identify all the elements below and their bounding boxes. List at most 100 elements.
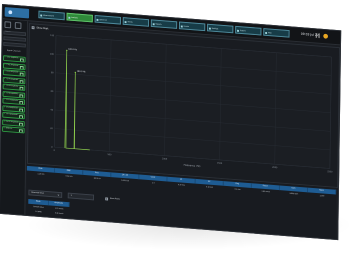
sidebar-group-select[interactable] (3, 41, 26, 48)
summary-cell: 0.48 mm/s (54, 212, 64, 215)
tab-icon (152, 23, 155, 26)
sidebar-item-label: Ch-2 Amplitude (6, 64, 19, 67)
sidebar-item-number: 1 (4, 57, 6, 59)
status-indicator-icon[interactable] (323, 33, 329, 39)
show-peaks-label: Show Peaks (109, 197, 120, 201)
sidebar-search-input[interactable]: Search (3, 30, 26, 37)
sidebar-item-label: Ch-4 Amplitude (6, 78, 19, 81)
sidebar-item[interactable]: 7 Ch-7 Amplitude (2, 97, 26, 106)
x-tick-label: 500 (107, 154, 112, 156)
sidebar-item-toggle[interactable] (19, 115, 23, 120)
sidebar-item-number: 3 (4, 71, 6, 73)
show-peaks-checkbox[interactable] (105, 196, 109, 201)
tab-icon (208, 27, 211, 30)
table-cell: 0.000 in/s (121, 179, 130, 183)
tab-measurement[interactable]: Measurement (38, 10, 65, 21)
tab-label: Spectrum (99, 19, 108, 22)
sidebar-item-toggle[interactable] (19, 107, 24, 113)
x-axis-label: Frequency (Hz) (184, 164, 201, 168)
tab-settings[interactable]: Settings (207, 23, 234, 34)
tab-analysis[interactable]: Analysis (66, 12, 93, 23)
sidebar-item-toggle[interactable] (18, 129, 23, 134)
y-tick-label: 100 (50, 54, 55, 56)
sidebar-header: Signal Channels (6, 49, 21, 53)
sidebar-item-toggle[interactable] (19, 100, 24, 105)
summary-cell: 1X RMS (35, 210, 42, 214)
settings-icon[interactable] (14, 22, 22, 30)
sidebar-item-toggle[interactable] (19, 72, 24, 77)
sidebar-item-toggle[interactable] (19, 93, 24, 98)
tab-label: Analysis (71, 16, 78, 20)
sidebar-item-label: Ch-10 Amplitude (5, 121, 19, 124)
sidebar-item[interactable]: 10 Ch-10 Amplitude (2, 118, 25, 127)
sidebar-item[interactable]: 11 Baseline (2, 126, 25, 134)
y-tick-label: 60 (51, 91, 54, 93)
sidebar-item-toggle[interactable] (19, 79, 24, 84)
table-cell: 1.10 in/s (37, 173, 45, 176)
sidebar-item-number: 4 (4, 78, 6, 80)
chevron-down-icon (57, 194, 60, 196)
sidebar-item-toggle[interactable] (19, 86, 24, 91)
sidebar-item-number: 6 (4, 92, 5, 94)
sidebar-item-label: Ch-9 Amplitude (6, 114, 18, 116)
sidebar-item-label: Ch-1 Amplitude (6, 57, 19, 60)
app-logo (4, 7, 30, 19)
tab-label: Settings (211, 27, 219, 31)
sidebar-item[interactable]: 2 Ch-2 Amplitude (2, 62, 26, 70)
sidebar-item-label: Ch-8 Amplitude (6, 106, 18, 109)
x-tick-label: 1500 (217, 163, 223, 165)
tab-icon (96, 18, 99, 21)
x-tick-label: 2500 (327, 171, 333, 173)
sidebar-item[interactable]: 1 Ch-1 Amplitude (3, 55, 26, 63)
sidebar-item[interactable]: 9 Ch-9 Amplitude (2, 111, 25, 120)
sidebar-item-toggle[interactable] (19, 65, 24, 70)
x-tick-label: 1000 (162, 158, 168, 160)
sidebar-item-label: Baseline (5, 128, 13, 130)
y-tick-label: 0 (51, 147, 53, 149)
y-tick-label: 40 (50, 109, 53, 111)
y-tick-label: 80 (51, 72, 54, 74)
tab-events[interactable]: Events (178, 21, 206, 32)
value-type-select[interactable]: Measured Value (28, 189, 63, 198)
sidebar-item-toggle[interactable] (19, 122, 23, 127)
sidebar-item-number: 8 (3, 106, 5, 108)
tab-spectrum[interactable]: Spectrum (94, 14, 121, 25)
table-cell: 0.1 mm (234, 188, 241, 191)
sidebar-item[interactable]: 4 Ch-4 Amplitude (2, 76, 26, 84)
tab-help[interactable]: Help (263, 28, 290, 38)
clock: 09:33 Jul 22 (300, 31, 319, 38)
chart-panel: 0 20 40 60 80 100 120 0 500 1000 1500 2000 2500 Frequ… (26, 23, 341, 189)
home-icon[interactable] (4, 21, 12, 29)
tab-label: Events (183, 25, 190, 28)
y-tick-label: 120 (50, 35, 55, 37)
sidebar-item[interactable]: 5 Ch-5 Amplitude (2, 83, 26, 91)
tab-icon (40, 14, 43, 17)
show-peak-checkbox[interactable] (31, 26, 35, 30)
sidebar-item-number: 11 (3, 128, 6, 130)
tab-trends[interactable]: Trends (122, 17, 150, 27)
sidebar-item-number: 2 (4, 64, 6, 66)
table-cell: 0.30 in/s (177, 184, 185, 187)
table-cell: 2.000 (319, 195, 325, 198)
sidebar-item-number: 7 (3, 99, 5, 101)
sidebar-item-number: 10 (3, 120, 6, 123)
tab-reports[interactable]: Reports (150, 19, 178, 29)
harmonic-number-input[interactable]: 1 (67, 192, 95, 201)
sidebar-item-number: 9 (3, 113, 5, 115)
sidebar-item[interactable]: 6 Ch-6 Amplitude (2, 90, 26, 99)
tab-system[interactable]: System (235, 25, 262, 36)
x-tick-label: 2000 (272, 167, 278, 169)
tab-icon (237, 29, 239, 32)
sidebar-item-label: Ch-6 Amplitude (6, 92, 18, 95)
y-tick-label: 20 (50, 128, 53, 130)
x-tick-label: 0 (54, 150, 56, 152)
device-screen: Measurement Analysis Spectrum Trends Reports… (0, 4, 342, 241)
logo-icon (8, 10, 13, 15)
sidebar-item[interactable]: 8 Ch-8 Amplitude (2, 104, 25, 113)
sidebar-item-toggle[interactable] (19, 58, 24, 63)
tab-icon (124, 21, 127, 24)
tab-icon (180, 25, 183, 28)
sidebar-item[interactable]: 3 Ch-3 Amplitude (2, 69, 26, 77)
value-type-select-value: Measured Value (31, 191, 44, 195)
sidebar-filter-input[interactable] (3, 36, 26, 42)
